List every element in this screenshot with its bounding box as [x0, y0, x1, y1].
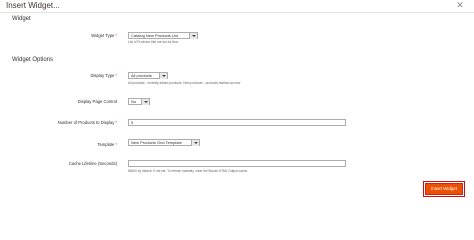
display-page-control-value: No — [131, 99, 137, 104]
modal-title: Insert Widget... — [6, 1, 60, 10]
display-page-control-label: Display Page Control — [77, 99, 117, 104]
widget-type-note: List of Products that are set as New — [128, 40, 179, 44]
widget-type-label: Widget Type* — [91, 33, 117, 38]
number-of-products-value: 5 — [131, 120, 134, 125]
widget-type-select[interactable]: Catalog New Products List — [128, 32, 198, 39]
section-title-widget: Widget — [12, 16, 31, 22]
display-type-select[interactable]: All products — [128, 72, 168, 79]
required-marker: * — [115, 142, 117, 147]
cache-lifetime-input[interactable] — [128, 160, 346, 167]
close-icon[interactable]: ✕ — [455, 0, 465, 10]
chevron-down-icon — [141, 99, 149, 105]
cache-lifetime-note: 86400 by default, if not set. To refresh… — [128, 169, 249, 173]
chevron-down-icon — [189, 33, 197, 39]
section-title-widget-options: Widget Options — [12, 57, 54, 63]
display-type-note: All products - recently added products, … — [128, 81, 241, 85]
display-page-control-select[interactable]: No — [128, 98, 150, 105]
required-marker: * — [115, 120, 117, 125]
modal-header: Insert Widget... ✕ — [0, 0, 474, 13]
required-marker: * — [115, 73, 117, 78]
widget-type-value: Catalog New Products List — [131, 33, 179, 38]
display-type-value: All products — [131, 73, 152, 78]
display-type-label: Display Type* — [90, 73, 117, 78]
required-marker: * — [115, 33, 117, 38]
chevron-down-icon — [191, 140, 199, 146]
chevron-down-icon — [159, 73, 167, 79]
number-of-products-input[interactable]: 5 — [128, 119, 346, 126]
insert-widget-button[interactable]: Insert Widget — [423, 181, 465, 197]
number-of-products-label: Number of Products to Display* — [57, 120, 117, 125]
cache-lifetime-label: Cache Lifetime (Seconds) — [68, 161, 117, 166]
template-select[interactable]: New Products Grid Template — [128, 139, 200, 146]
template-label: Template* — [97, 142, 117, 147]
insert-widget-modal: Insert Widget... ✕ Widget Widget Type* C… — [0, 0, 474, 204]
template-value: New Products Grid Template — [131, 140, 182, 145]
